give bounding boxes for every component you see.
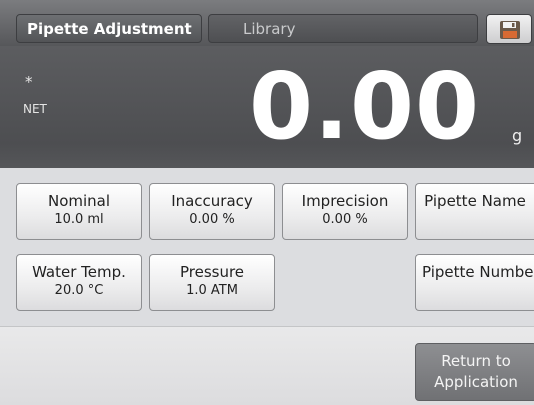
- nominal-label: Nominal: [47, 192, 111, 210]
- pipette-adjustment-screen: Pipette Adjustment Library * NET 0.00 g …: [0, 0, 534, 405]
- pressure-label: Pressure: [179, 263, 245, 281]
- nominal-value: 10.0 ml: [54, 212, 104, 227]
- weight-display: * NET 0.00 g: [0, 46, 534, 168]
- pipette-name-label: Pipette Name: [424, 192, 526, 210]
- tab-library[interactable]: Library: [208, 14, 478, 43]
- inaccuracy-value: 0.00 %: [189, 212, 235, 227]
- top-bar: Pipette Adjustment Library: [0, 0, 534, 46]
- inaccuracy-label: Inaccuracy: [171, 192, 253, 210]
- water-temp-label: Water Temp.: [32, 263, 126, 281]
- stability-indicator: *: [25, 73, 33, 91]
- imprecision-button[interactable]: Imprecision 0.00 %: [282, 183, 408, 240]
- water-temp-value: 20.0 °C: [54, 283, 104, 298]
- nominal-button[interactable]: Nominal 10.0 ml: [16, 183, 142, 240]
- pressure-button[interactable]: Pressure 1.0 ATM: [149, 254, 275, 311]
- return-to-application-button[interactable]: Return to Application: [415, 343, 534, 401]
- return-label-line2: Application: [434, 373, 518, 391]
- floppy-disk-icon: [500, 21, 520, 39]
- imprecision-value: 0.00 %: [322, 212, 368, 227]
- tab-library-label: Library: [243, 19, 296, 38]
- weight-value: 0.00: [249, 53, 480, 160]
- weight-unit[interactable]: g: [512, 126, 522, 145]
- bottom-bar: Return to Application: [0, 326, 534, 405]
- tab-pipette-adjustment-label: Pipette Adjustment: [27, 19, 192, 38]
- return-label-line1: Return to: [441, 352, 511, 370]
- net-indicator: NET: [23, 102, 47, 116]
- parameter-buttons-area: Nominal 10.0 ml Inaccuracy 0.00 % Imprec…: [0, 168, 534, 326]
- inaccuracy-button[interactable]: Inaccuracy 0.00 %: [149, 183, 275, 240]
- imprecision-label: Imprecision: [301, 192, 389, 210]
- water-temp-button[interactable]: Water Temp. 20.0 °C: [16, 254, 142, 311]
- save-button[interactable]: [486, 14, 532, 44]
- pipette-name-button[interactable]: Pipette Name: [415, 183, 534, 240]
- pipette-number-label: Pipette Number: [422, 263, 534, 281]
- pressure-value: 1.0 ATM: [186, 283, 238, 298]
- tab-pipette-adjustment[interactable]: Pipette Adjustment: [16, 14, 202, 43]
- pipette-number-button[interactable]: Pipette Number: [415, 254, 534, 311]
